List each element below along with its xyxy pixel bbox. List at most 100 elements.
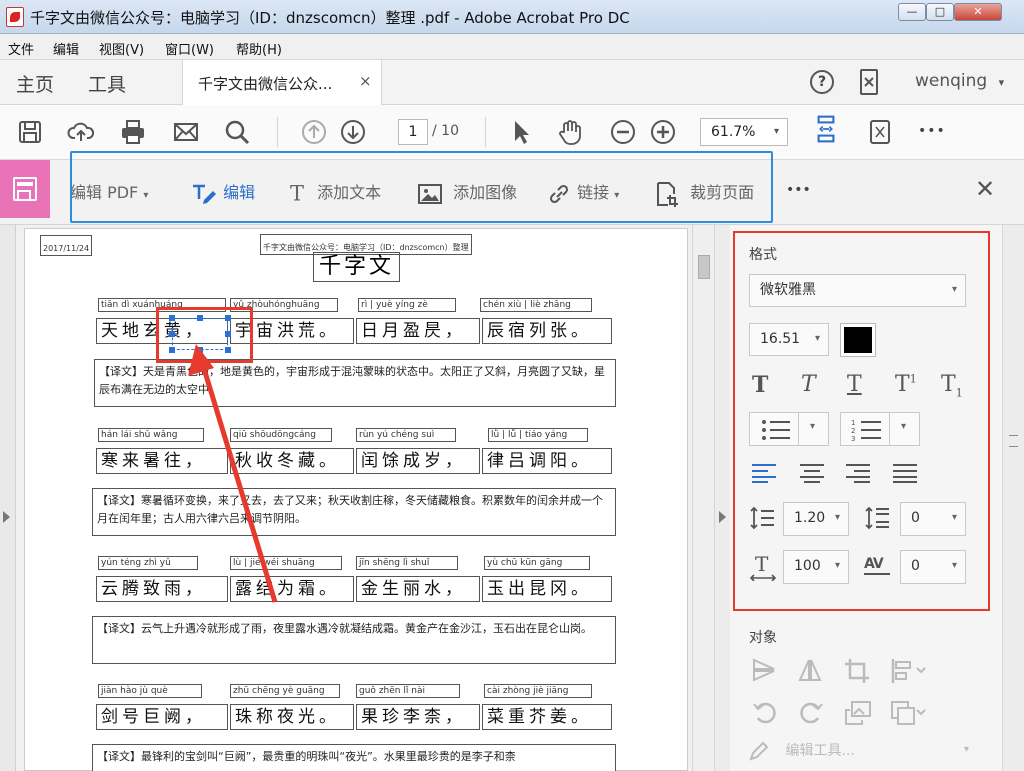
select-cursor-icon[interactable]	[507, 118, 535, 146]
text-color-picker[interactable]	[840, 323, 876, 357]
pinyin-box: guǒ zhēn lǐ nài	[356, 684, 460, 698]
collapse-right-panel-icon[interactable]	[719, 511, 726, 523]
horizontal-scale-select[interactable]: 100 ▾	[783, 550, 849, 584]
save-icon[interactable]	[16, 118, 44, 146]
paragraph-spacing-value: 0	[911, 510, 920, 526]
horizontal-scale-icon: T	[749, 553, 777, 581]
scrollbar-thumb[interactable]	[698, 255, 710, 279]
left-panel-strip[interactable]	[0, 225, 16, 771]
document-scrollbar[interactable]	[692, 225, 714, 771]
rotate-right-icon[interactable]	[798, 700, 824, 731]
align-right-icon[interactable]	[846, 463, 870, 483]
svg-text:1: 1	[851, 419, 855, 427]
maximize-button[interactable]: □	[926, 3, 954, 21]
arrange-objects-icon[interactable]	[890, 700, 926, 731]
superscript-icon[interactable]: T1	[895, 372, 917, 397]
translation-box[interactable]: 【译文】天是青黑色的，地是黄色的，宇宙形成于混沌蒙昧的状态中。太阳正了又斜，月亮…	[94, 359, 616, 407]
pencil-icon	[749, 741, 769, 761]
scroll-grip-icon[interactable]	[1009, 435, 1018, 447]
help-icon[interactable]: ?	[810, 70, 834, 94]
character-spacing-value: 0	[911, 558, 920, 574]
subscript-icon[interactable]: T1	[941, 372, 963, 399]
full-screen-icon[interactable]	[866, 118, 894, 146]
search-icon[interactable]	[223, 118, 251, 146]
panel-scrollbar[interactable]	[1002, 225, 1024, 771]
zoom-out-icon[interactable]	[609, 118, 637, 146]
zoom-level-select[interactable]: 61.7% ▾	[700, 118, 788, 146]
tab-document[interactable]: 千字文由微信公众... ×	[182, 60, 382, 105]
numbered-list-select[interactable]: 123 ▾	[840, 412, 920, 446]
close-edit-toolbar-icon[interactable]: ✕	[975, 175, 995, 203]
next-page-icon[interactable]	[339, 118, 367, 146]
document-tab-label: 千字文由微信公众...	[198, 75, 333, 93]
title-bar: 千字文由微信公众号：电脑学习（ID：dnzscomcn）整理 .pdf - Ad…	[0, 0, 1024, 34]
flip-vertical-icon[interactable]	[752, 658, 776, 687]
italic-icon[interactable]: T	[801, 372, 816, 397]
underline-icon[interactable]: T	[847, 372, 862, 397]
bullet-list-select[interactable]: ▾	[749, 412, 829, 446]
hanzi-line[interactable]: 果珍李柰，	[356, 704, 480, 730]
doc-title: 千字文	[313, 252, 401, 282]
menu-help[interactable]: 帮助(H)	[236, 39, 282, 58]
panel-icon	[13, 177, 37, 201]
mobile-link-icon[interactable]	[860, 69, 878, 95]
tab-home[interactable]: 主页	[16, 70, 54, 97]
hanzi-line[interactable]: 珠称夜光。	[230, 704, 354, 730]
minimize-button[interactable]: —	[898, 3, 926, 21]
font-family-select[interactable]: 微软雅黑 ▾	[749, 274, 966, 307]
hand-tool-icon[interactable]	[556, 118, 584, 146]
tab-tools[interactable]: 工具	[88, 70, 126, 97]
hanzi-line[interactable]: 菜重芥姜。	[482, 704, 612, 730]
more-tools-icon[interactable]: •••	[918, 123, 946, 139]
cloud-upload-icon[interactable]	[67, 118, 95, 146]
fit-page-icon[interactable]	[812, 115, 840, 149]
pinyin-box: zhū chēng yè guāng	[230, 684, 340, 698]
chevron-down-icon: ▾	[901, 421, 907, 432]
hanzi-line[interactable]: 金生丽水，	[356, 576, 480, 602]
menu-file[interactable]: 文件	[8, 39, 34, 58]
more-edit-options-icon[interactable]: •••	[786, 182, 811, 198]
bold-icon[interactable]: T	[752, 372, 768, 398]
translation-box[interactable]: 【译文】云气上升遇冷就形成了雨，夜里露水遇冷就凝结成霜。黄金产在金沙江，玉石出在…	[92, 616, 616, 664]
replace-image-icon[interactable]	[844, 700, 872, 731]
hanzi-line[interactable]: 律吕调阳。	[482, 448, 612, 474]
hanzi-line[interactable]: 闰馀成岁，	[356, 448, 480, 474]
expand-left-panel-icon[interactable]	[3, 511, 10, 523]
align-objects-icon[interactable]	[890, 658, 926, 689]
hanzi-line[interactable]: 日月盈昃，	[356, 318, 480, 344]
menu-window[interactable]: 窗口(W)	[165, 39, 214, 58]
edit-panel-toggle[interactable]	[0, 160, 50, 218]
zoom-in-icon[interactable]	[649, 118, 677, 146]
menu-view[interactable]: 视图(V)	[99, 39, 144, 58]
hanzi-line[interactable]: 辰宿列张。	[482, 318, 612, 344]
page-number-input[interactable]: 1	[398, 119, 428, 145]
right-panel-collapse-strip[interactable]	[714, 225, 730, 771]
translation-box[interactable]: 【译文】寒暑循环变换，来了又去，去了又来；秋天收割庄稼，冬天储藏粮食。积累数年的…	[92, 488, 616, 536]
chevron-down-icon: ▾	[951, 284, 957, 295]
align-center-icon[interactable]	[800, 463, 824, 483]
line-spacing-value: 1.20	[794, 510, 826, 526]
print-icon[interactable]	[119, 118, 147, 146]
font-size-select[interactable]: 16.51 ▾	[749, 323, 829, 356]
character-spacing-select[interactable]: 0 ▾	[900, 550, 966, 584]
doc-date: 2017/11/24	[40, 235, 93, 256]
menu-edit[interactable]: 编辑	[53, 39, 79, 58]
line-spacing-select[interactable]: 1.20 ▾	[783, 502, 849, 536]
hanzi-line[interactable]: 玉出昆冈。	[482, 576, 612, 602]
chevron-down-icon: ▾	[951, 512, 957, 523]
crop-object-icon[interactable]	[844, 658, 870, 689]
flip-horizontal-icon[interactable]	[798, 658, 822, 687]
justify-icon[interactable]	[893, 463, 917, 483]
close-window-button[interactable]: ✕	[954, 3, 1002, 21]
close-tab-icon[interactable]: ×	[359, 72, 372, 90]
edit-tool-select[interactable]: 编辑工具... ▾	[749, 740, 969, 766]
email-icon[interactable]	[172, 118, 200, 146]
translation-box[interactable]: 【译文】最锋利的宝剑叫“巨阙”，最贵重的明珠叫“夜光”。水果里最珍贵的是李子和柰	[92, 744, 616, 771]
previous-page-icon[interactable]	[300, 118, 328, 146]
paragraph-spacing-select[interactable]: 0 ▾	[900, 502, 966, 536]
rotate-left-icon[interactable]	[752, 700, 778, 731]
user-menu[interactable]: wenqing ▾	[915, 71, 1004, 91]
align-left-icon[interactable]	[752, 463, 776, 483]
hanzi-line[interactable]: 剑号巨阙，	[96, 704, 228, 730]
svg-text:3: 3	[851, 435, 855, 442]
